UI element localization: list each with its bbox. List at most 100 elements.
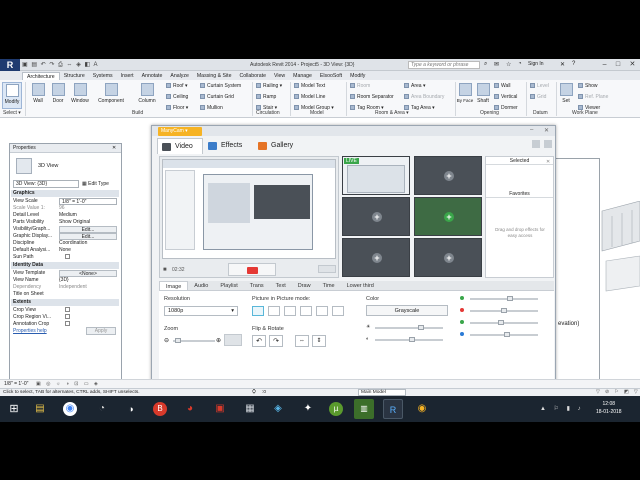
- rotate-right-icon[interactable]: ↷: [269, 335, 283, 347]
- component-button[interactable]: Component: [94, 82, 128, 104]
- annotation-crop-checkbox[interactable]: [65, 321, 70, 326]
- tab-elsoosoft[interactable]: ElsooSoft: [316, 72, 346, 80]
- close-icon[interactable]: ✕: [112, 145, 116, 151]
- tab-time[interactable]: Time: [317, 281, 341, 290]
- view-control-icons[interactable]: ▣ ◎ ☼ ◑ ⊡ ▭ ◈: [36, 381, 100, 387]
- flip-vertical-icon[interactable]: ⇕: [312, 335, 326, 347]
- apply-button[interactable]: Apply: [86, 327, 116, 335]
- green-slider[interactable]: [470, 320, 538, 325]
- column-button[interactable]: Column: [134, 82, 160, 104]
- tab-video[interactable]: Video: [157, 138, 203, 154]
- properties-help-link[interactable]: Properties help: [13, 328, 47, 334]
- exchange-icon[interactable]: ✕: [560, 61, 565, 68]
- opening-wall-button[interactable]: Wall: [494, 83, 511, 89]
- start-icon[interactable]: ⊞: [4, 399, 24, 419]
- model-line-button[interactable]: Model Line: [294, 94, 325, 100]
- tab-playlist[interactable]: Playlist: [214, 281, 243, 290]
- prop-row[interactable]: View Name {3D}: [13, 277, 117, 284]
- group-graphics[interactable]: Graphics: [11, 190, 119, 197]
- tab-image[interactable]: Image: [159, 281, 189, 290]
- prop-row[interactable]: Default Analysi... None: [13, 247, 117, 254]
- prop-row[interactable]: Discipline Coordination: [13, 240, 117, 247]
- curtain-grid-button[interactable]: Curtain Grid: [200, 94, 234, 100]
- tab-insert[interactable]: Insert: [117, 72, 138, 80]
- ref-plane-button[interactable]: Ref. Plane: [578, 94, 608, 100]
- area-boundary-button[interactable]: Area Boundary: [404, 94, 444, 100]
- resolution-select[interactable]: 1080p ▾: [164, 306, 238, 316]
- blue-slider[interactable]: [470, 332, 538, 337]
- pip-mode-triple[interactable]: [316, 306, 328, 316]
- prop-row[interactable]: Title on Sheet: [13, 291, 117, 298]
- roof-button[interactable]: Roof ▾: [166, 83, 187, 89]
- revit-taskbar-icon[interactable]: R: [383, 399, 403, 419]
- pip-mode-split[interactable]: [300, 306, 312, 316]
- red-slider[interactable]: [470, 308, 538, 313]
- brightness-slider[interactable]: [375, 325, 443, 330]
- explorer-icon[interactable]: ▤: [30, 399, 50, 419]
- search-input[interactable]: Type a keyword or phrase: [408, 61, 480, 69]
- group-identity[interactable]: Identity Data: [11, 262, 119, 269]
- mullion-button[interactable]: Mullion: [200, 105, 223, 111]
- close-icon[interactable]: ✕: [629, 59, 635, 71]
- modify-button[interactable]: Modify: [2, 82, 22, 109]
- b-app-icon[interactable]: B: [153, 402, 167, 416]
- pip-mode-quad[interactable]: [332, 306, 344, 316]
- tab-trans[interactable]: Trans: [244, 281, 270, 290]
- slider-knob[interactable]: [409, 337, 415, 342]
- flip-horizontal-icon[interactable]: ⇔: [295, 335, 309, 347]
- sun-path-checkbox[interactable]: [65, 254, 70, 259]
- zoom-in-icon[interactable]: ⊕: [216, 337, 221, 344]
- prop-row[interactable]: Parts Visibility Show Original: [13, 219, 117, 226]
- grayscale-button[interactable]: Grayscale: [366, 305, 448, 316]
- source-cell[interactable]: +: [342, 238, 410, 277]
- prop-row[interactable]: Detail Level Medium: [13, 212, 117, 219]
- prop-row[interactable]: View Scale 1/8" = 1'-0": [13, 198, 117, 205]
- source-cell-active[interactable]: +: [414, 197, 482, 236]
- grid-button[interactable]: Grid: [530, 94, 546, 100]
- tab-view[interactable]: View: [270, 72, 289, 80]
- zoom-out-icon[interactable]: ⊖: [164, 337, 169, 344]
- contrast-slider[interactable]: [375, 337, 443, 342]
- pip-mode-side[interactable]: [284, 306, 296, 316]
- tab-manage[interactable]: Manage: [289, 72, 316, 80]
- pip-mode-off[interactable]: [252, 306, 264, 316]
- snapshot-button[interactable]: [318, 265, 336, 273]
- close-icon[interactable]: ✕: [544, 127, 549, 134]
- manycam-taskbar-icon[interactable]: ◉: [412, 399, 432, 419]
- taskbar-clock[interactable]: 12:08 18-01-2018: [596, 400, 622, 416]
- app-icon[interactable]: ▦: [240, 399, 260, 419]
- slider-knob[interactable]: [175, 338, 181, 343]
- app-icon[interactable]: ▥: [354, 399, 374, 419]
- app-icon[interactable]: ◔: [92, 399, 112, 419]
- app-icon[interactable]: ✦: [298, 399, 318, 419]
- tray-icons[interactable]: ▲ ⚐ ▮ ♪: [540, 405, 584, 412]
- tab-gallery[interactable]: Gallery: [254, 138, 304, 154]
- tab-systems[interactable]: Systems: [89, 72, 117, 80]
- window-button[interactable]: Window: [68, 82, 92, 104]
- app-icon[interactable]: ◈: [268, 399, 288, 419]
- prop-row[interactable]: Crop Region Vi...: [13, 314, 117, 321]
- rotate-left-icon[interactable]: ↶: [252, 335, 266, 347]
- tab-analyze[interactable]: Analyze: [166, 72, 192, 80]
- area-button[interactable]: Area ▾: [404, 83, 425, 89]
- tab-structure[interactable]: Structure: [60, 72, 89, 80]
- prop-row[interactable]: View Template <None>: [13, 270, 117, 277]
- edit-type-button[interactable]: ▦ Edit Type: [82, 180, 118, 188]
- tab-lower-third[interactable]: Lower third: [341, 281, 380, 290]
- by-face-button[interactable]: By Face: [456, 82, 474, 104]
- level-button[interactable]: Level: [530, 83, 549, 89]
- chrome-icon[interactable]: ◉: [63, 402, 77, 416]
- maximize-icon[interactable]: □: [616, 59, 620, 71]
- prop-row[interactable]: Sun Path: [13, 254, 117, 261]
- zoom-reset-button[interactable]: [224, 334, 242, 346]
- help-icon[interactable]: ?: [572, 61, 575, 67]
- minimize-icon[interactable]: –: [530, 127, 533, 133]
- vertical-button[interactable]: Vertical: [494, 94, 517, 100]
- prop-row[interactable]: Visibility/Graph... Edit...: [13, 226, 117, 233]
- slider-knob[interactable]: [501, 308, 507, 313]
- manycam-menu-button[interactable]: ManyCam ▾: [158, 127, 202, 136]
- type-selector[interactable]: 3D View: {3D}: [13, 180, 79, 188]
- floor-button[interactable]: Floor ▾: [166, 105, 188, 111]
- select-panel-label[interactable]: Select ▾: [3, 110, 21, 116]
- ceiling-button[interactable]: Ceiling: [166, 94, 188, 100]
